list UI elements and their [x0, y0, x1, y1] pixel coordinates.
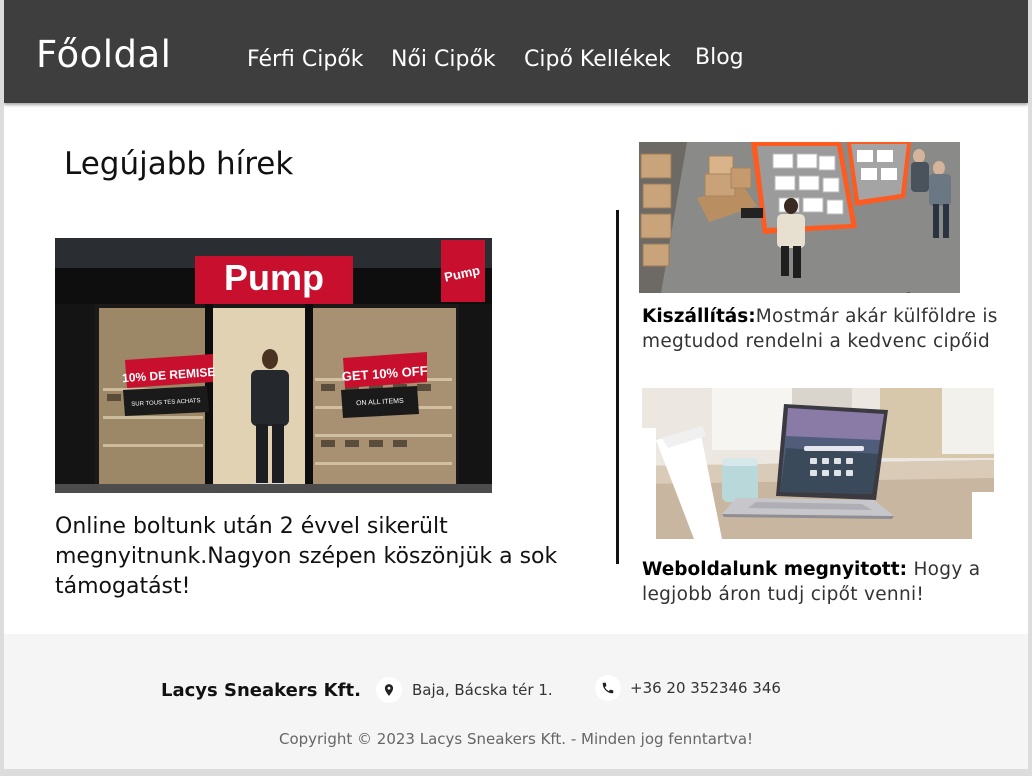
- page: Főoldal Férfi Cipők Női Cipők Cipő Kellé…: [4, 0, 1028, 769]
- nav-link-ferfi-cipok[interactable]: Férfi Cipők: [247, 49, 364, 71]
- footer-address: Baja, Bácska tér 1.: [412, 681, 553, 699]
- brand-home-link[interactable]: Főoldal: [36, 36, 171, 73]
- footer: Lacys Sneakers Kft. Baja, Bácska tér 1. …: [4, 634, 1028, 769]
- nav-link-blog[interactable]: Blog: [695, 47, 744, 69]
- featured-news-image[interactable]: Pump Pump 10% DE REMISE SUR TOUS TES ACH…: [55, 238, 492, 493]
- footer-copyright: Copyright © 2023 Lacys Sneakers Kft. - M…: [278, 730, 754, 748]
- website-news-heading: Weboldalunk megnyitott:: [642, 559, 914, 580]
- website-news-caption: Weboldalunk megnyitott: Hogy a legjobb á…: [642, 557, 1002, 607]
- shipping-news-heading: Kiszállítás:: [642, 306, 756, 327]
- website-news-image[interactable]: [642, 388, 994, 539]
- footer-phone-link[interactable]: +36 20 352346 346: [630, 679, 781, 697]
- footer-company-name: Lacys Sneakers Kft.: [161, 680, 361, 701]
- phone-icon: [595, 675, 621, 701]
- featured-news-caption: Online boltunk után 2 évvel sikerült meg…: [55, 514, 558, 599]
- shipping-news-image[interactable]: [639, 142, 960, 293]
- vertical-divider: [616, 210, 619, 564]
- location-pin-icon: [376, 677, 402, 703]
- section-title: Legújabb hírek: [64, 146, 294, 182]
- shipping-news-caption: Kiszállítás:Mostmár akár külföldre is me…: [642, 304, 1002, 354]
- nav-link-cipo-kellekek[interactable]: Cipő Kellékek: [524, 49, 671, 71]
- store-sign-text: Pump: [224, 257, 324, 298]
- nav-link-noi-cipok[interactable]: Női Cipők: [391, 49, 496, 71]
- top-navbar: Főoldal Férfi Cipők Női Cipők Cipő Kellé…: [4, 0, 1028, 103]
